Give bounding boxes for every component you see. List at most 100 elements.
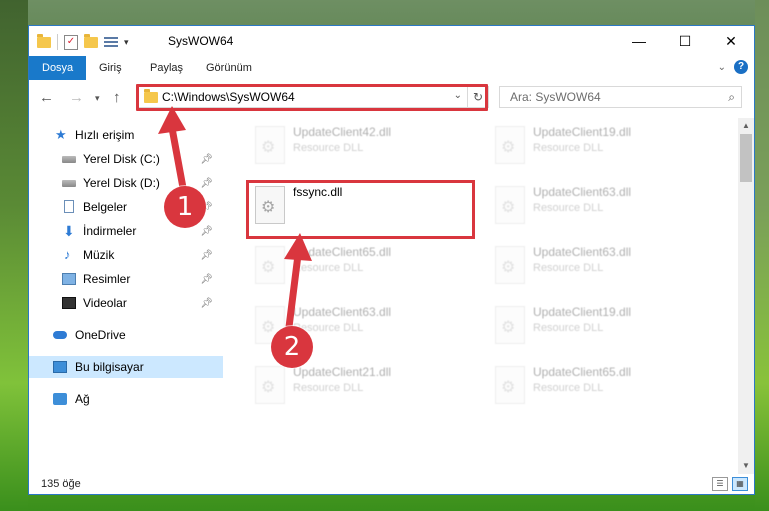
qat-dropdown-icon[interactable]: ▾ (124, 37, 129, 48)
recent-locations-icon[interactable]: ▾ (95, 93, 100, 104)
star-icon: ★ (55, 127, 67, 142)
pin-icon[interactable]: 📌︎ (200, 298, 213, 309)
nav-item-label: Videolar (83, 296, 127, 310)
scroll-down-icon[interactable]: ▼ (738, 458, 754, 474)
file-description: Resource DLL (533, 262, 604, 274)
folder-icon (37, 33, 51, 48)
file-name: UpdateClient21.dll (293, 365, 392, 379)
tab-dosya[interactable]: Dosya (29, 56, 87, 80)
properties-check-icon[interactable]: ✓ (64, 34, 78, 50)
window-title: SysWOW64 (168, 34, 234, 48)
network-icon (53, 393, 67, 405)
computer-icon (53, 361, 67, 373)
nav-item-videolar[interactable]: Videolar 📌︎ (29, 292, 223, 314)
nav-item-label: Belgeler (83, 200, 128, 214)
title-bar: ✓ ▾ SysWOW64 — ☐ ✕ (29, 26, 754, 58)
tab-giris[interactable]: Giriş (89, 56, 132, 80)
ribbon-tabs: Dosya Giriş Paylaş Görünüm ⌄ ? (29, 56, 754, 80)
tiles-view-icon[interactable]: ▦ (732, 477, 748, 491)
nav-item-label: Yerel Disk (C:) (83, 152, 160, 166)
dll-file-icon (495, 306, 525, 344)
music-icon: ♪ (64, 247, 71, 262)
nav-item-label: Yerel Disk (D:) (83, 176, 160, 190)
nav-item-label: Resimler (83, 272, 131, 286)
file-name: UpdateClient63.dll (533, 245, 632, 259)
nav-item-muzik[interactable]: ♪ Müzik 📌︎ (29, 244, 223, 266)
up-arrow-icon[interactable]: ↑ (113, 89, 121, 106)
file-name: UpdateClient65.dll (533, 365, 632, 379)
close-button[interactable]: ✕ (708, 26, 754, 56)
caption-buttons: — ☐ ✕ (616, 26, 754, 56)
quick-access-toolbar: ✓ ▾ (37, 33, 129, 50)
nav-item-resimler[interactable]: Resimler 📌︎ (29, 268, 223, 290)
file-name: UpdateClient63.dll (533, 185, 632, 199)
file-tile[interactable]: UpdateClient21.dll Resource DLL (243, 360, 473, 414)
back-arrow-icon[interactable]: ← (39, 89, 54, 106)
desktop-background-left (0, 0, 28, 511)
explorer-window: ✓ ▾ SysWOW64 — ☐ ✕ Dosya Giriş Paylaş Gö… (28, 25, 755, 495)
onedrive-cloud-icon (53, 331, 67, 339)
callout-badge-2: 2 (271, 326, 313, 368)
nav-item-label: Müzik (83, 248, 115, 262)
documents-icon (64, 200, 74, 213)
file-tile[interactable]: UpdateClient42.dll Resource DLL (243, 120, 473, 174)
tab-paylas[interactable]: Paylaş (140, 56, 193, 80)
desktop-background-right (755, 0, 769, 511)
list-props-icon[interactable] (104, 36, 118, 48)
drive-icon (62, 156, 76, 163)
expand-ribbon-icon[interactable]: ⌄ (718, 62, 726, 73)
file-tile[interactable]: UpdateClient65.dll Resource DLL (483, 360, 713, 414)
nav-quick-access-label: Hızlı erişim (75, 128, 135, 142)
file-description: Resource DLL (533, 142, 604, 154)
nav-onedrive-label: OneDrive (75, 328, 126, 342)
pin-icon[interactable]: 📌︎ (200, 250, 213, 261)
file-name: UpdateClient42.dll (293, 125, 392, 139)
ribbon-right-controls: ⌄ ? (718, 60, 748, 74)
toolbar-divider (57, 34, 58, 50)
file-description: Resource DLL (533, 202, 604, 214)
drive-icon (62, 180, 76, 187)
nav-network-label: Ağ (75, 392, 90, 406)
search-box[interactable]: Ara: SysWOW64 ⌕ (499, 86, 742, 108)
vertical-scrollbar[interactable]: ▲ ▼ (738, 118, 754, 474)
pictures-icon (62, 273, 76, 285)
forward-arrow-icon[interactable]: → (69, 89, 84, 106)
file-description: Resource DLL (533, 322, 604, 334)
tab-gorunum[interactable]: Görünüm (196, 56, 262, 80)
downloads-icon: ⬇ (63, 223, 75, 239)
search-placeholder[interactable]: Ara: SysWOW64 (510, 90, 601, 104)
pin-icon[interactable]: 📌︎ (200, 274, 213, 285)
file-tile[interactable]: UpdateClient63.dll Resource DLL (483, 180, 713, 234)
dll-file-icon (255, 366, 285, 404)
view-buttons: ☰ ▦ (712, 477, 748, 491)
nav-item-label: İndirmeler (83, 224, 137, 238)
dll-file-icon (495, 246, 525, 284)
maximize-button[interactable]: ☐ (662, 26, 708, 56)
file-tile[interactable]: UpdateClient19.dll Resource DLL (483, 300, 713, 354)
minimize-button[interactable]: — (616, 26, 662, 56)
file-description: Resource DLL (293, 142, 364, 154)
scroll-up-icon[interactable]: ▲ (738, 118, 754, 134)
nav-item-onedrive[interactable]: OneDrive (29, 324, 223, 346)
nav-item-network[interactable]: Ağ (29, 388, 223, 410)
new-folder-icon[interactable] (84, 33, 98, 48)
item-count: 135 öğe (41, 478, 81, 490)
search-icon[interactable]: ⌕ (728, 90, 735, 105)
nav-this-pc-label: Bu bilgisayar (75, 360, 144, 374)
file-name: UpdateClient19.dll (533, 305, 632, 319)
address-row: ← → ▾ ↑ C:\Windows\SysWOW64 ⌄ ↻ Ara: Sys… (29, 82, 754, 114)
details-view-icon[interactable]: ☰ (712, 477, 728, 491)
file-name: UpdateClient19.dll (533, 125, 632, 139)
file-tile[interactable]: UpdateClient19.dll Resource DLL (483, 120, 713, 174)
file-description: Resource DLL (533, 382, 604, 394)
nav-item-this-pc[interactable]: Bu bilgisayar (29, 356, 223, 378)
scroll-thumb[interactable] (740, 134, 752, 182)
dll-file-icon (495, 366, 525, 404)
dll-file-icon (495, 126, 525, 164)
file-tile[interactable]: UpdateClient63.dll Resource DLL (483, 240, 713, 294)
dll-file-icon (495, 186, 525, 224)
videos-icon (62, 297, 76, 309)
status-bar: 135 öğe ☰ ▦ (29, 474, 754, 494)
help-icon[interactable]: ? (734, 60, 748, 74)
file-description: Resource DLL (293, 382, 364, 394)
